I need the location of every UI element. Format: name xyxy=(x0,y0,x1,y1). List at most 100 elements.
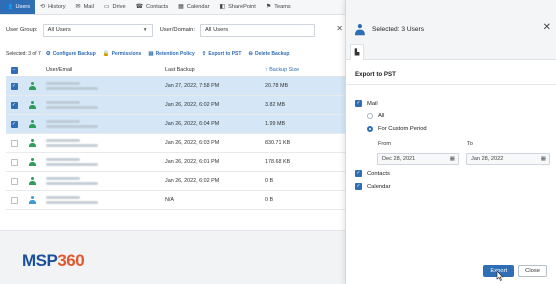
action-label: Export to PST xyxy=(208,51,242,57)
row-checkbox[interactable]: ✓ xyxy=(10,120,18,128)
tab-document[interactable]: ▙ xyxy=(350,44,364,60)
user-domain-select[interactable]: All Users xyxy=(200,23,316,37)
backup-size-cell: 0 B xyxy=(265,197,274,203)
row-checkbox[interactable] xyxy=(10,177,18,185)
permissions-action[interactable]: 🔒 Permissions xyxy=(103,51,142,57)
tab-label: Teams xyxy=(274,4,291,10)
section-divider xyxy=(346,84,556,85)
close-button[interactable]: Close xyxy=(518,265,547,277)
user-icon xyxy=(28,177,36,185)
user-group-select[interactable]: All Users ▼ xyxy=(42,23,153,37)
user-domain-value: All Users xyxy=(205,27,229,33)
table-row[interactable]: ✓ Jan 26, 2022, 6:04 PM 1.99 MB xyxy=(6,115,345,134)
tab-sharepoint[interactable]: ◧ SharePoint xyxy=(215,0,261,14)
tab-label: SharePoint xyxy=(228,4,256,10)
backup-size-cell: 3.82 MB xyxy=(265,102,286,108)
user-icon xyxy=(28,82,36,90)
action-toolbar: Selected: 3 of 7 ⚙ Configure Backup 🔒 Permi… xyxy=(0,48,345,60)
select-all-checkbox[interactable]: − xyxy=(10,66,18,74)
all-radio[interactable] xyxy=(367,113,373,119)
mail-option[interactable]: ✓ Mail xyxy=(355,100,378,107)
custom-period-radio[interactable] xyxy=(367,126,373,132)
redacted-user-email xyxy=(42,177,165,185)
sharepoint-icon: ◧ xyxy=(219,4,226,10)
table-row[interactable]: Jan 26, 2022, 6:02 PM 0 B xyxy=(6,172,345,191)
last-backup-header[interactable]: Last Backup xyxy=(165,67,265,73)
action-label: Permissions xyxy=(111,51,142,57)
calendar-icon[interactable]: ▦ xyxy=(450,156,455,162)
user-icon xyxy=(28,101,36,109)
last-backup-cell: Jan 26, 2022, 6:01 PM xyxy=(165,159,220,165)
tab-drive[interactable]: ▭ Drive xyxy=(99,0,131,14)
redacted-user-email xyxy=(42,158,165,166)
last-backup-cell: Jan 26, 2022, 6:04 PM xyxy=(165,121,220,127)
mouse-pointer-icon xyxy=(496,271,504,281)
tab-history[interactable]: ⟲ History xyxy=(35,0,70,14)
users-icon: 👥 xyxy=(5,4,13,10)
user-email-header[interactable]: User/Email xyxy=(42,67,165,73)
sort-ascending-icon: ↑ xyxy=(265,67,268,73)
tab-calendar[interactable]: ▦ Calendar xyxy=(173,0,214,14)
users-table: − User/Email Last Backup ↑ Backup Size ✓… xyxy=(6,64,345,210)
table-body: ✓ Jan 27, 2022, 7:58 PM 20.78 MB ✓ Jan 26, 2… xyxy=(6,77,345,210)
contacts-option[interactable]: ✓ Contacts xyxy=(355,170,390,177)
table-row[interactable]: ✓ Jan 27, 2022, 7:58 PM 20.78 MB xyxy=(6,77,345,96)
calendar-checkbox[interactable]: ✓ xyxy=(355,183,362,190)
tab-contacts[interactable]: ☎ Contacts xyxy=(131,0,174,14)
action-label: Configure Backup xyxy=(52,51,96,57)
to-date-input[interactable]: Jan 28, 2022 ▦ xyxy=(466,153,550,165)
row-checkbox[interactable]: ✓ xyxy=(10,101,18,109)
calendar-icon[interactable]: ▦ xyxy=(541,156,546,162)
backup-size-cell: 178.68 KB xyxy=(265,159,291,165)
tab-mail[interactable]: ✉ Mail xyxy=(71,0,99,14)
tab-label: Contacts xyxy=(146,4,169,10)
to-date-value: Jan 28, 2022 xyxy=(471,156,504,162)
gear-icon: ⚙ xyxy=(45,51,51,57)
document-icon: ▙ xyxy=(354,50,360,56)
row-checkbox[interactable] xyxy=(10,158,18,166)
from-date-input[interactable]: Dec 28, 2021 ▦ xyxy=(377,153,459,165)
tab-teams[interactable]: ⚑ Teams xyxy=(261,0,296,14)
contacts-checkbox[interactable]: ✓ xyxy=(355,170,362,177)
user-icon xyxy=(28,120,36,128)
calendar-option[interactable]: ✓ Calendar xyxy=(355,183,391,190)
table-row[interactable]: ✓ Jan 26, 2022, 6:02 PM 3.82 MB xyxy=(6,96,345,115)
backup-size-header[interactable]: ↑ Backup Size xyxy=(265,67,345,73)
teams-icon: ⚑ xyxy=(265,4,272,10)
clear-filter-icon[interactable]: ✕ xyxy=(336,24,343,33)
configure-backup-action[interactable]: ⚙ Configure Backup xyxy=(46,51,96,57)
redacted-user-email xyxy=(42,139,165,147)
export-section-title: Export to PST xyxy=(355,71,396,78)
row-checkbox[interactable]: ✓ xyxy=(10,82,18,90)
lock-icon: 🔒 xyxy=(102,51,110,57)
drive-icon: ▭ xyxy=(103,4,110,10)
backup-size-label: Backup Size xyxy=(269,67,300,73)
last-backup-cell: Jan 27, 2022, 7:58 PM xyxy=(165,83,220,89)
user-group-value: All Users xyxy=(47,27,71,33)
backup-size-cell: 1.99 MB xyxy=(265,121,286,127)
redacted-user-email xyxy=(42,196,165,204)
backup-size-cell: 20.78 MB xyxy=(265,83,289,89)
row-checkbox[interactable] xyxy=(10,139,18,147)
table-row[interactable]: Jan 26, 2022, 6:01 PM 178.68 KB xyxy=(6,153,345,172)
to-label: To xyxy=(467,141,473,147)
action-label: Delete Backup xyxy=(255,51,290,57)
tab-label: Mail xyxy=(83,4,94,10)
row-checkbox[interactable] xyxy=(10,196,18,204)
all-option[interactable]: All xyxy=(367,113,384,119)
user-icon xyxy=(355,24,365,36)
user-group-label: User Group: xyxy=(6,27,38,33)
delete-backup-action[interactable]: ⊖ Delete Backup xyxy=(248,51,289,57)
custom-period-option[interactable]: For Custom Period xyxy=(367,126,427,132)
mail-label: Mail xyxy=(367,100,378,107)
export-icon: ⇪ xyxy=(201,51,207,57)
tab-users[interactable]: 👥 Users xyxy=(0,0,36,14)
contacts-icon: ☎ xyxy=(135,4,144,10)
close-icon[interactable]: ✕ xyxy=(543,22,551,33)
mail-checkbox[interactable]: ✓ xyxy=(355,100,362,107)
policy-icon: ▤ xyxy=(148,51,154,57)
retention-policy-action[interactable]: ▤ Retention Policy xyxy=(148,51,194,57)
table-row[interactable]: N/A 0 B xyxy=(6,191,345,210)
export-to-pst-action[interactable]: ⇪ Export to PST xyxy=(202,51,242,57)
table-row[interactable]: Jan 26, 2022, 6:03 PM 830.71 KB xyxy=(6,134,345,153)
